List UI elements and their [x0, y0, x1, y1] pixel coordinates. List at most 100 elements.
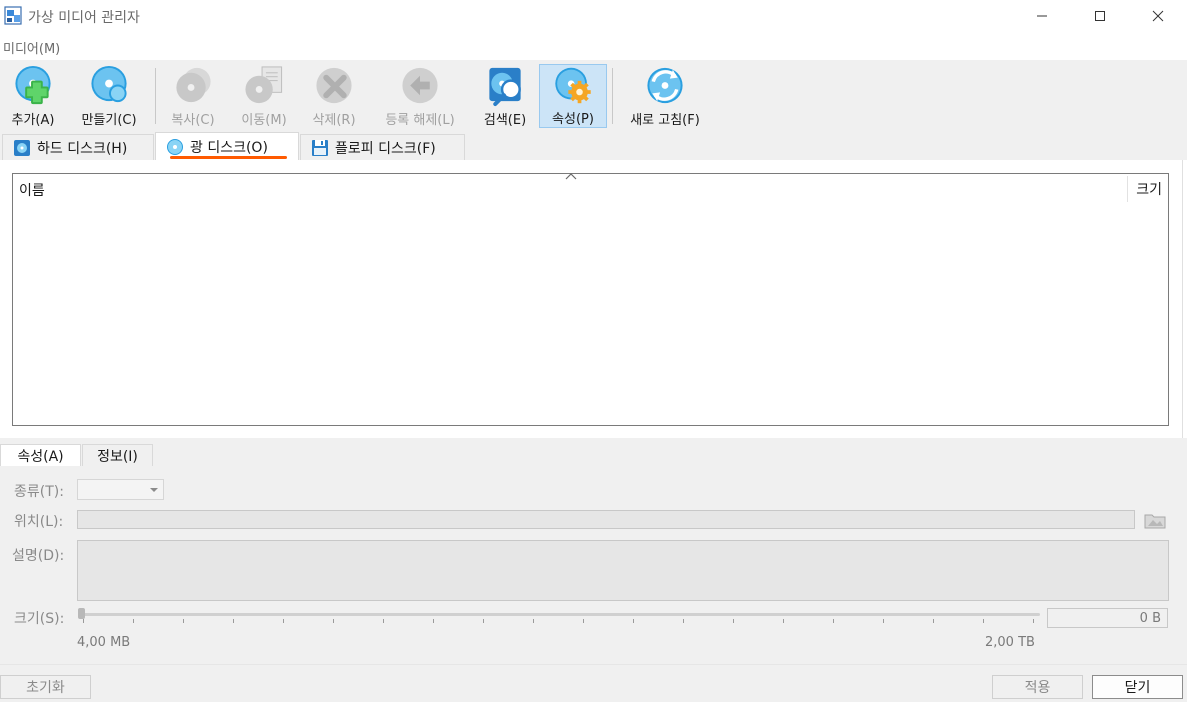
menu-media[interactable]: 미디어(M) — [3, 38, 60, 57]
remove-disc-icon — [316, 67, 352, 104]
copy-disc-icon — [176, 67, 211, 103]
slider-tick — [1033, 619, 1034, 623]
maximize-button[interactable] — [1071, 0, 1129, 32]
create-button[interactable]: 만들기(C) — [72, 64, 146, 128]
location-input[interactable] — [77, 510, 1135, 529]
sort-ascending-icon — [565, 173, 577, 180]
floppy-disk-icon — [312, 139, 328, 156]
close-button[interactable]: 닫기 — [1092, 675, 1183, 699]
slider-tick — [583, 619, 584, 623]
slider-tick — [983, 619, 984, 623]
slider-tick — [83, 619, 84, 623]
search-label: 검색(E) — [483, 113, 527, 128]
move-label: 이동(M) — [241, 113, 287, 128]
search-icon — [489, 67, 521, 107]
reset-button[interactable]: 초기화 — [0, 675, 91, 699]
size-max-label: 2,00 TB — [985, 635, 1035, 650]
slider-tick — [783, 619, 784, 623]
size-label: 크기(S): — [14, 611, 65, 627]
slider-tick — [133, 619, 134, 623]
refresh-icon — [647, 67, 683, 104]
minimize-icon — [1037, 15, 1047, 17]
column-header-name[interactable]: 이름 — [19, 180, 45, 200]
size-slider-thumb[interactable] — [78, 608, 85, 619]
type-label: 종류(T): — [14, 484, 64, 500]
title-bar: 가상 미디어 관리자 — [0, 0, 1187, 32]
toolbar: 추가(A) 만들기(C) 복사(C) 이동(M) 삭제(R) 등록 해제(L) … — [0, 60, 1187, 132]
create-disc-icon — [91, 65, 127, 103]
folder-browse-icon[interactable] — [1143, 509, 1167, 531]
remove-button[interactable]: 삭제(R) — [303, 64, 365, 128]
minimize-button[interactable] — [1013, 0, 1071, 32]
properties-button[interactable]: 속성(P) — [539, 64, 607, 128]
menu-bar: 미디어(M) — [0, 36, 1187, 58]
footer: 초기화 적용 닫기 — [0, 664, 1187, 702]
copy-label: 복사(C) — [171, 113, 215, 128]
refresh-label: 새로 고침(F) — [630, 113, 700, 128]
slider-tick — [833, 619, 834, 623]
slider-tick — [183, 619, 184, 623]
description-input[interactable] — [77, 540, 1169, 601]
apply-button[interactable]: 적용 — [992, 675, 1083, 699]
create-label: 만들기(C) — [81, 113, 137, 128]
remove-label: 삭제(R) — [312, 113, 356, 128]
slider-tick — [233, 619, 234, 623]
release-label: 등록 해제(L) — [385, 113, 455, 128]
slider-tick — [633, 619, 634, 623]
close-window-button[interactable] — [1129, 0, 1187, 32]
tab-floppy-disk[interactable]: 플로피 디스크(F) — [300, 134, 465, 160]
location-label: 위치(L): — [14, 514, 64, 530]
type-combobox[interactable] — [77, 479, 164, 500]
release-disc-icon — [402, 67, 438, 104]
size-value-field[interactable]: 0 B — [1047, 608, 1168, 628]
properties-gear-icon — [555, 67, 591, 104]
slider-tick — [383, 619, 384, 623]
add-button[interactable]: 추가(A) — [4, 64, 62, 128]
window-title: 가상 미디어 관리자 — [28, 10, 140, 26]
slider-tick — [733, 619, 734, 623]
move-disc-icon — [245, 66, 283, 104]
search-button[interactable]: 검색(E) — [475, 64, 535, 128]
tab-info-label: 정보(I) — [97, 448, 138, 465]
selected-tab-indicator — [170, 156, 287, 159]
media-list-panel: 이름 크기 — [0, 160, 1183, 438]
properties-label: 속성(P) — [552, 112, 594, 127]
slider-tick — [883, 619, 884, 623]
tab-attributes[interactable]: 속성(A) — [0, 444, 81, 466]
tab-hard-disk-label: 하드 디스크(H) — [37, 140, 128, 157]
hard-disk-icon — [14, 139, 30, 156]
slider-tick — [433, 619, 434, 623]
column-header-size[interactable]: 크기 — [1136, 179, 1162, 199]
tab-attributes-label: 속성(A) — [17, 448, 64, 465]
add-label: 추가(A) — [11, 113, 55, 128]
refresh-button[interactable]: 새로 고침(F) — [620, 64, 710, 128]
slider-tick — [333, 619, 334, 623]
slider-tick — [683, 619, 684, 623]
description-label: 설명(D): — [12, 548, 65, 564]
size-min-label: 4,00 MB — [77, 635, 131, 650]
chevron-down-icon — [150, 488, 158, 492]
tab-info[interactable]: 정보(I) — [82, 444, 153, 466]
add-disc-icon — [15, 65, 51, 105]
toolbar-separator — [612, 68, 613, 124]
list-header: 이름 크기 — [13, 173, 1168, 202]
slider-tick — [933, 619, 934, 623]
slider-tick — [283, 619, 284, 623]
toolbar-separator — [155, 68, 156, 124]
slider-tick — [533, 619, 534, 623]
close-icon — [1152, 10, 1164, 22]
media-list[interactable]: 이름 크기 — [12, 173, 1169, 426]
maximize-icon — [1095, 11, 1105, 21]
details-section: 속성(A) 정보(I) 종류(T): 위치(L): 설명(D): 크기(S): … — [0, 438, 1187, 664]
slider-tick — [483, 619, 484, 623]
tab-floppy-disk-label: 플로피 디스크(F) — [335, 140, 436, 157]
size-slider[interactable] — [80, 613, 1040, 616]
column-divider[interactable] — [1127, 176, 1128, 202]
app-icon — [4, 6, 22, 25]
copy-button[interactable]: 복사(C) — [163, 64, 223, 128]
tab-hard-disk[interactable]: 하드 디스크(H) — [2, 134, 154, 160]
move-button[interactable]: 이동(M) — [234, 64, 294, 128]
tab-optical-disk-label: 광 디스크(O) — [190, 139, 268, 156]
release-button[interactable]: 등록 해제(L) — [375, 64, 465, 128]
optical-disc-icon — [167, 138, 183, 155]
